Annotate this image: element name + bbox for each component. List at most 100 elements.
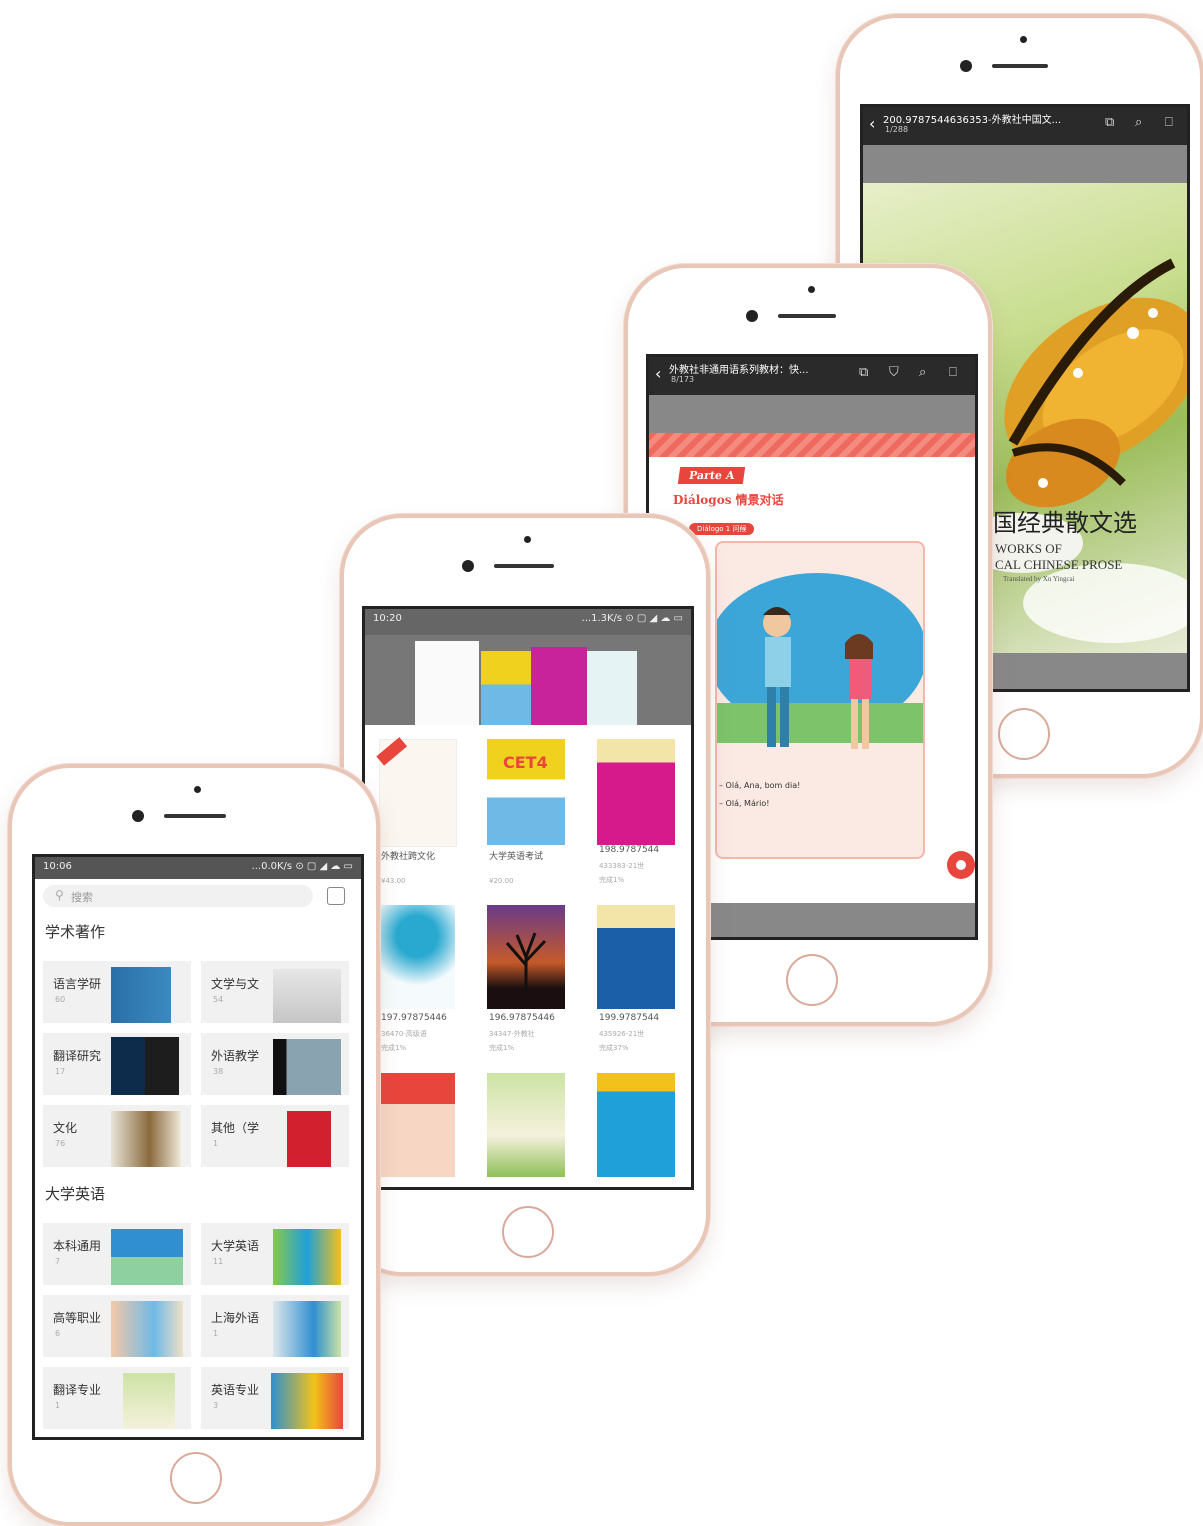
phone-sensor [524, 536, 531, 543]
category-tile[interactable]: 文化 76 [43, 1105, 191, 1167]
status-time: 10:20 [373, 613, 402, 624]
search-icon: ⚲ [55, 888, 64, 902]
category-tile[interactable]: 其他（学 1 [201, 1105, 349, 1167]
book-cover[interactable] [597, 739, 675, 845]
carousel-book-3[interactable] [531, 647, 587, 725]
phone-speaker [494, 564, 554, 568]
category-tile[interactable]: 语言学研 60 [43, 961, 191, 1023]
phone-sensor [1020, 36, 1027, 43]
category-tile[interactable]: 大学英语 11 [201, 1223, 349, 1285]
back-icon[interactable]: ‹ [655, 364, 661, 383]
search-icon[interactable]: ⌕ [1135, 115, 1142, 130]
home-button[interactable] [170, 1452, 222, 1504]
cover-label: CET4 [503, 753, 548, 772]
search-icon[interactable]: ⌕ [919, 365, 926, 380]
play-icon [956, 860, 966, 870]
scan-icon[interactable] [327, 887, 345, 905]
cover-en-line1: WORKS OF [995, 541, 1062, 556]
category-count: 1 [213, 1329, 219, 1338]
category-cover [273, 969, 341, 1023]
category-label: 本科通用 [53, 1239, 102, 1253]
dialog-line-2: – Olá, Mário! [719, 799, 770, 808]
category-cover [111, 1037, 179, 1095]
category-tile[interactable]: 高等职业 6 [43, 1295, 191, 1357]
tree-illustration [505, 932, 547, 995]
category-label: 英语专业 [211, 1383, 260, 1397]
cover-cn-title: 国经典散文选 [993, 509, 1137, 537]
share-icon[interactable]: ⧉ [1105, 115, 1114, 130]
category-count: 7 [55, 1257, 61, 1266]
category-count: 60 [55, 995, 66, 1004]
cover-en-line2: CAL CHINESE PROSE [995, 557, 1123, 572]
book-cover[interactable] [487, 905, 565, 1009]
book-cover[interactable] [597, 905, 675, 1009]
dialog-card: – Olá, Ana, bom dia! – Olá, Mário! [715, 541, 925, 859]
category-tile[interactable]: 外语教学 38 [201, 1033, 349, 1095]
book-subtitle: 435926-21世 [599, 1030, 645, 1038]
book-cover[interactable] [487, 1073, 565, 1177]
stripe-banner [649, 433, 975, 457]
cover-translator: Translated by Xu Yingcai [1003, 575, 1075, 583]
book-title: 外教社非通用语系列教材：快... [669, 365, 809, 376]
category-cover [271, 1373, 343, 1429]
status-bar: 10:06 ...0.0K/s ⊙ ▢ ◢ ☁ ▭ [35, 857, 361, 879]
book-title: 200.9787544636353-外教社中国文... [883, 115, 1062, 126]
category-label: 上海外语 [211, 1311, 260, 1325]
reader-toolbar: ‹ 外教社非通用语系列教材：快... 8/173 ⧉ ⛉ ⌕ ⎕ [649, 357, 975, 395]
category-label: 文化 [53, 1121, 78, 1135]
bookmark-icon[interactable]: ⎕ [949, 365, 957, 380]
phone-bookshelf: 10:20 ...1.3K/s ⊙ ▢ ◢ ☁ ▭ CET4 外教社跨文化 ¥4… [340, 514, 710, 1276]
carousel-book-4[interactable] [587, 651, 637, 725]
book-price: ¥43.00 [381, 877, 406, 885]
search-input[interactable]: ⚲ 搜索 [43, 885, 313, 907]
cart-icon[interactable]: ⛉ [889, 365, 899, 380]
category-tile[interactable]: 上海外语 1 [201, 1295, 349, 1357]
category-cover [123, 1373, 175, 1429]
phone-library: 10:06 ...0.0K/s ⊙ ▢ ◢ ☁ ▭ ⚲ 搜索 学术著作 语言学研… [8, 764, 380, 1526]
home-button[interactable] [786, 954, 838, 1006]
status-icons: ...0.0K/s ⊙ ▢ ◢ ☁ ▭ [251, 861, 353, 872]
featured-carousel[interactable] [365, 635, 691, 725]
home-button[interactable] [502, 1206, 554, 1258]
category-tile[interactable]: 翻译专业 1 [43, 1367, 191, 1429]
bookmark-icon[interactable]: ⎕ [1165, 115, 1173, 130]
home-button[interactable] [998, 708, 1050, 760]
page-indicator: 8/173 [671, 375, 695, 384]
book-cover[interactable] [597, 1073, 675, 1177]
book-cover[interactable] [376, 737, 457, 847]
phone-camera [746, 310, 758, 322]
category-cover [111, 1301, 183, 1357]
book-title: 199.9787544 [599, 1013, 660, 1023]
category-label: 语言学研 [53, 977, 102, 991]
book-subtitle: 433383-21世 [599, 862, 645, 870]
category-cover [273, 1301, 341, 1357]
book-title: 大学英语考试 [489, 852, 544, 862]
category-tile[interactable]: 翻译研究 17 [43, 1033, 191, 1095]
book-title: 外教社跨文化 [381, 852, 436, 862]
category-tile[interactable]: 英语专业 3 [201, 1367, 349, 1429]
phone-sensor [808, 286, 815, 293]
category-count: 6 [55, 1329, 61, 1338]
book-cover[interactable]: CET4 [487, 739, 565, 845]
book-title: 198.9787544 [599, 845, 660, 855]
category-cover [111, 1229, 183, 1285]
carousel-book-2[interactable] [481, 651, 535, 725]
category-count: 76 [55, 1139, 66, 1148]
audio-play-button[interactable] [947, 851, 975, 879]
book-progress: 完成37% [599, 1044, 629, 1052]
book-cover[interactable] [379, 905, 455, 1009]
phone-camera [462, 560, 474, 572]
category-tile[interactable]: 文学与文 54 [201, 961, 349, 1023]
back-icon[interactable]: ‹ [869, 114, 875, 133]
phone-speaker [164, 814, 226, 818]
book-subtitle: 34347-外教社 [489, 1030, 535, 1038]
category-tile[interactable]: 本科通用 7 [43, 1223, 191, 1285]
carousel-book-1[interactable] [415, 641, 479, 725]
phone-camera [132, 810, 144, 822]
category-count: 38 [213, 1067, 224, 1076]
section-title: 大学英语 [45, 1185, 106, 1203]
category-cover [111, 967, 171, 1023]
book-cover[interactable] [379, 1073, 455, 1177]
book-progress: 完成1% [599, 876, 625, 884]
share-icon[interactable]: ⧉ [859, 365, 868, 380]
